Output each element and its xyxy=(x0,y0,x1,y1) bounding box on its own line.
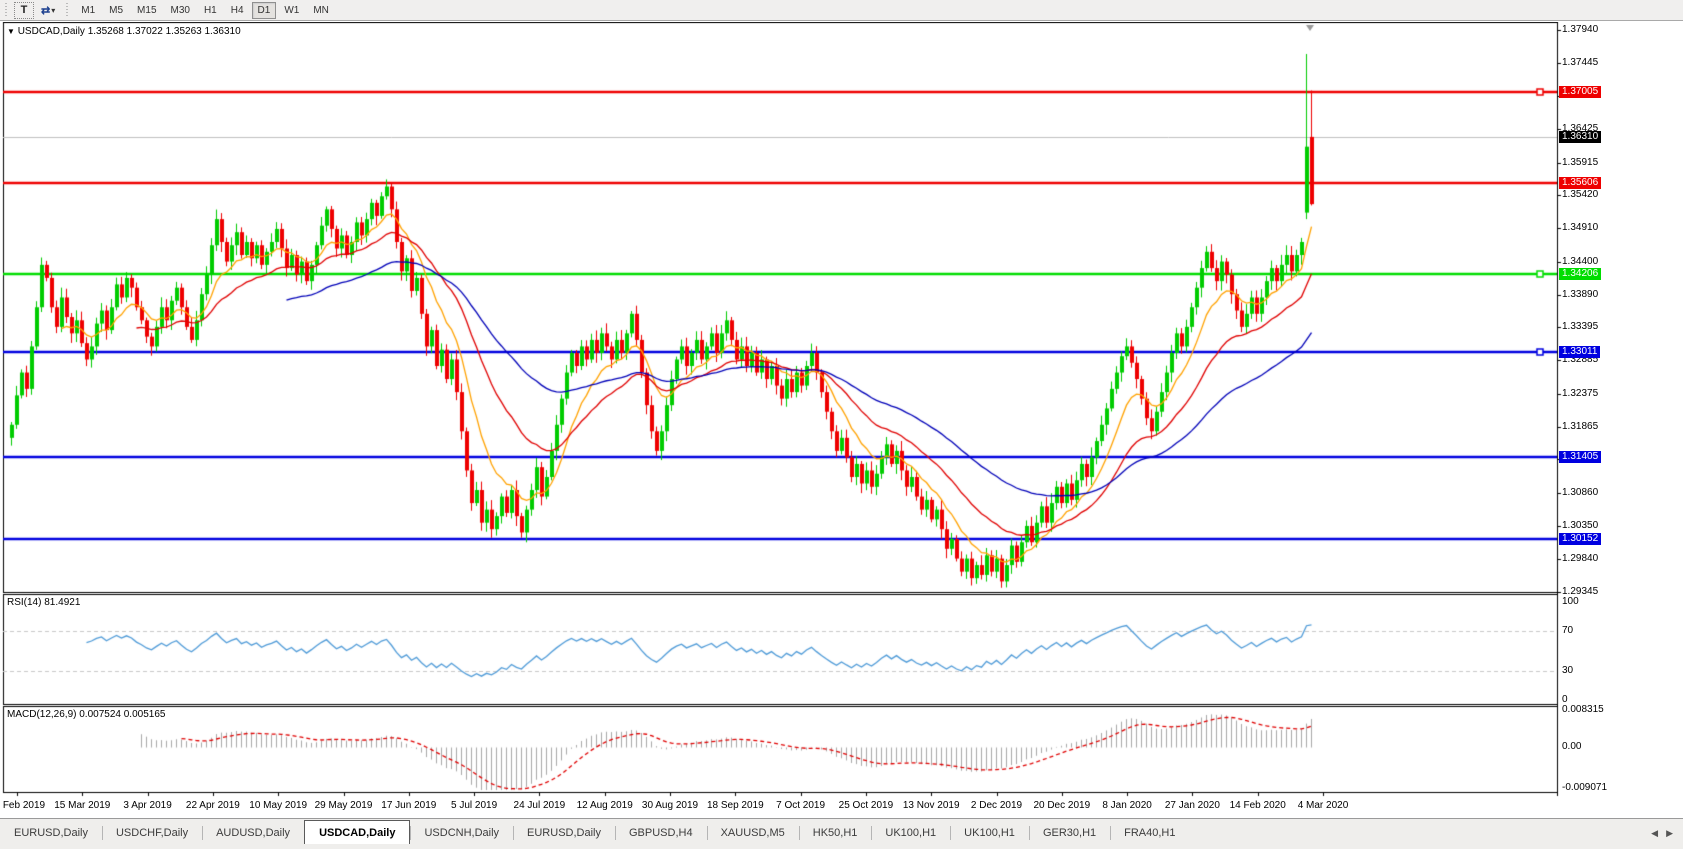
timeframe-button-m15[interactable]: M15 xyxy=(131,2,162,19)
timeframe-button-h1[interactable]: H1 xyxy=(198,2,223,19)
level-price-badge: 1.35606 xyxy=(1559,177,1601,189)
chart-tab-xauusd-m5[interactable]: XAUUSD,M5 xyxy=(707,822,799,844)
rsi-name: RSI(14) xyxy=(7,597,41,608)
timeframe-button-d1[interactable]: D1 xyxy=(252,2,277,19)
price-tick: 1.35420 xyxy=(1562,189,1598,200)
rsi-axis-tick: 30 xyxy=(1562,665,1573,676)
chart-tab-audusd-daily[interactable]: AUDUSD,Daily xyxy=(202,822,304,844)
date-tick: 20 Dec 2019 xyxy=(1033,800,1090,811)
date-tick: 12 Aug 2019 xyxy=(577,800,633,811)
date-tick: 25 Oct 2019 xyxy=(839,800,893,811)
date-tick: 30 Aug 2019 xyxy=(642,800,698,811)
timeframe-toolbar: M1M5M15M30H1H4D1W1MN xyxy=(74,2,336,19)
chart-title[interactable]: ▼ USDCAD,Daily 1.35268 1.37022 1.35263 1… xyxy=(7,26,241,37)
level-price-badge: 1.34206 xyxy=(1559,268,1601,280)
date-tick: 10 May 2019 xyxy=(249,800,307,811)
chart-tab-ger30-h1[interactable]: GER30,H1 xyxy=(1029,822,1110,844)
chart-tab-hk50-h1[interactable]: HK50,H1 xyxy=(799,822,872,844)
chart-tab-usdcad-daily[interactable]: USDCAD,Daily xyxy=(304,820,410,844)
date-tick: 4 Mar 2020 xyxy=(1298,800,1349,811)
timeframe-button-m30[interactable]: M30 xyxy=(165,2,196,19)
price-tick: 1.29345 xyxy=(1562,586,1598,597)
macd-axis-tick: 0.00 xyxy=(1562,741,1581,752)
date-tick: 15 Mar 2019 xyxy=(54,800,110,811)
chart-tab-usdchf-daily[interactable]: USDCHF,Daily xyxy=(102,822,202,844)
text-label-tool-button[interactable]: T xyxy=(14,2,34,19)
price-tick: 1.30860 xyxy=(1562,487,1598,498)
level-price-badge: 1.30152 xyxy=(1559,533,1601,545)
timeframe-button-w1[interactable]: W1 xyxy=(278,2,305,19)
price-tick: 1.34400 xyxy=(1562,256,1598,267)
price-tick: 1.33395 xyxy=(1562,321,1598,332)
status-strip xyxy=(0,844,1683,849)
chart-tab-eurusd-daily[interactable]: EURUSD,Daily xyxy=(513,822,615,844)
date-tick: 14 Feb 2020 xyxy=(1230,800,1286,811)
cycle-arrows-icon: ⇄ xyxy=(41,4,49,17)
price-tick: 1.33890 xyxy=(1562,289,1598,300)
date-tick: 3 Apr 2019 xyxy=(123,800,171,811)
date-tick: 13 Nov 2019 xyxy=(903,800,960,811)
toolbar-grip[interactable] xyxy=(3,3,10,18)
date-tick: 8 Jan 2020 xyxy=(1102,800,1152,811)
price-tick: 1.34910 xyxy=(1562,222,1598,233)
price-tick: 1.37445 xyxy=(1562,57,1598,68)
date-tick: 18 Sep 2019 xyxy=(707,800,764,811)
ohlc-values: 1.35268 1.37022 1.35263 1.36310 xyxy=(88,26,241,37)
macd-axis-tick: -0.009071 xyxy=(1562,782,1607,793)
price-tick: 1.31865 xyxy=(1562,421,1598,432)
rsi-axis-tick: 100 xyxy=(1562,596,1579,607)
level-price-badge: 1.31405 xyxy=(1559,451,1601,463)
timeframe-button-h4[interactable]: H4 xyxy=(225,2,250,19)
timeframe-button-mn[interactable]: MN xyxy=(307,2,335,19)
date-tick: 24 Jul 2019 xyxy=(514,800,566,811)
tab-scroll-right-icon[interactable]: ▶ xyxy=(1666,828,1673,839)
rsi-axis-tick: 70 xyxy=(1562,625,1573,636)
chart-tab-uk100-h1[interactable]: UK100,H1 xyxy=(950,822,1029,844)
toolbar-grip2[interactable] xyxy=(64,3,71,18)
chevron-down-icon[interactable]: ▾ xyxy=(51,6,55,15)
tab-scroll-left-icon[interactable]: ◀ xyxy=(1651,828,1658,839)
symbol-period-label: USDCAD,Daily xyxy=(18,26,85,37)
cycle-symbols-button[interactable]: ⇄ ▾ xyxy=(36,2,60,19)
chart-tab-usdcnh-daily[interactable]: USDCNH,Daily xyxy=(410,822,513,844)
level-price-badge: 1.37005 xyxy=(1559,86,1601,98)
price-tick: 1.35915 xyxy=(1562,157,1598,168)
collapse-triangle-icon[interactable]: ▼ xyxy=(7,27,15,36)
price-tick: 1.37940 xyxy=(1562,24,1598,35)
price-tick: 1.29840 xyxy=(1562,553,1598,564)
date-tick: 22 Apr 2019 xyxy=(186,800,240,811)
date-tick: 27 Jan 2020 xyxy=(1165,800,1220,811)
chart-tab-gbpusd-h4[interactable]: GBPUSD,H4 xyxy=(615,822,707,844)
date-tick: 25 Feb 2019 xyxy=(0,800,45,811)
chart-tab-fra40-h1[interactable]: FRA40,H1 xyxy=(1110,822,1189,844)
level-price-badge: 1.33011 xyxy=(1559,346,1600,358)
rsi-value: 81.4921 xyxy=(44,597,80,608)
rsi-indicator-label[interactable]: RSI(14) 81.4921 xyxy=(7,597,80,608)
chart-tab-eurusd-daily[interactable]: EURUSD,Daily xyxy=(0,822,102,844)
date-tick: 7 Oct 2019 xyxy=(776,800,825,811)
price-tick: 1.32375 xyxy=(1562,388,1598,399)
price-tick: 1.30350 xyxy=(1562,520,1598,531)
current-price-badge: 1.36310 xyxy=(1559,131,1601,143)
date-tick: 2 Dec 2019 xyxy=(971,800,1022,811)
macd-name: MACD(12,26,9) xyxy=(7,709,76,720)
date-tick: 5 Jul 2019 xyxy=(451,800,497,811)
chart-tab-bar: EURUSD,DailyUSDCHF,DailyAUDUSD,DailyUSDC… xyxy=(0,818,1683,844)
macd-axis-tick: 0.008315 xyxy=(1562,704,1604,715)
date-tick: 17 Jun 2019 xyxy=(381,800,436,811)
chart-window[interactable]: ▼ USDCAD,Daily 1.35268 1.37022 1.35263 1… xyxy=(0,22,1683,817)
timeframe-button-m5[interactable]: M5 xyxy=(103,2,129,19)
timeframe-button-m1[interactable]: M1 xyxy=(75,2,101,19)
macd-values: 0.007524 0.005165 xyxy=(79,709,165,720)
top-toolbar: T ⇄ ▾ M1M5M15M30H1H4D1W1MN xyxy=(0,0,1683,21)
date-tick: 29 May 2019 xyxy=(315,800,373,811)
macd-indicator-label[interactable]: MACD(12,26,9) 0.007524 0.005165 xyxy=(7,709,165,720)
price-chart-canvas[interactable] xyxy=(0,22,1683,817)
chart-tab-uk100-h1[interactable]: UK100,H1 xyxy=(871,822,950,844)
